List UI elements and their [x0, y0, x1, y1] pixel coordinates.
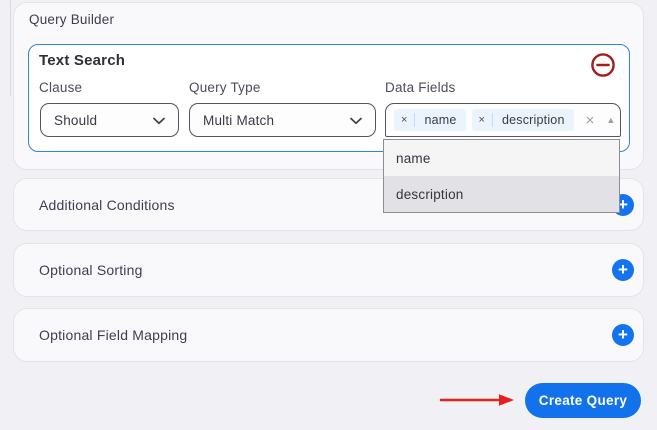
clear-selection-icon[interactable]: × [586, 113, 595, 128]
dropdown-option-name[interactable]: name [384, 140, 619, 176]
tag-remove-icon[interactable]: × [472, 114, 492, 126]
section-label: Optional Sorting [39, 262, 143, 278]
chevron-down-icon [153, 113, 165, 128]
text-search-title: Text Search [39, 52, 125, 69]
minus-circle-icon [590, 66, 616, 81]
selected-tag: × description [472, 109, 574, 131]
page-title: Query Builder [29, 12, 114, 27]
query-type-value: Multi Match [203, 113, 350, 128]
create-query-button[interactable]: Create Query [525, 383, 641, 418]
selected-tag: × name [394, 109, 466, 131]
query-builder-screen: Query Builder Text Search Clause Query T… [0, 0, 657, 430]
add-field-mapping-button[interactable]: + [612, 324, 634, 346]
clause-value: Should [54, 113, 153, 128]
text-search-panel: Text Search Clause Query Type Data Field… [28, 44, 630, 152]
chevron-down-icon [350, 113, 362, 128]
clause-label: Clause [39, 80, 82, 95]
section-label: Additional Conditions [39, 197, 175, 213]
clause-select[interactable]: Should [40, 103, 179, 137]
section-optional-field-mapping: Optional Field Mapping + [13, 308, 644, 362]
tag-label: name [415, 113, 465, 127]
query-type-label: Query Type [189, 80, 261, 95]
tag-label: description [493, 113, 574, 127]
section-optional-sorting: Optional Sorting + [13, 243, 644, 297]
add-sorting-button[interactable]: + [612, 259, 634, 281]
pointer-arrow-icon [437, 392, 517, 413]
caret-up-icon[interactable]: ▲ [606, 116, 615, 125]
tag-remove-icon[interactable]: × [394, 114, 414, 126]
query-type-select[interactable]: Multi Match [189, 103, 376, 137]
remove-condition-button[interactable] [590, 52, 616, 78]
data-fields-label: Data Fields [385, 80, 455, 95]
dropdown-option-description[interactable]: description [384, 176, 619, 212]
section-label: Optional Field Mapping [39, 327, 187, 343]
sidebar-divider [10, 0, 11, 96]
data-fields-dropdown: name description [383, 139, 620, 213]
data-fields-multiselect[interactable]: × name × description × ▲ [385, 103, 621, 137]
